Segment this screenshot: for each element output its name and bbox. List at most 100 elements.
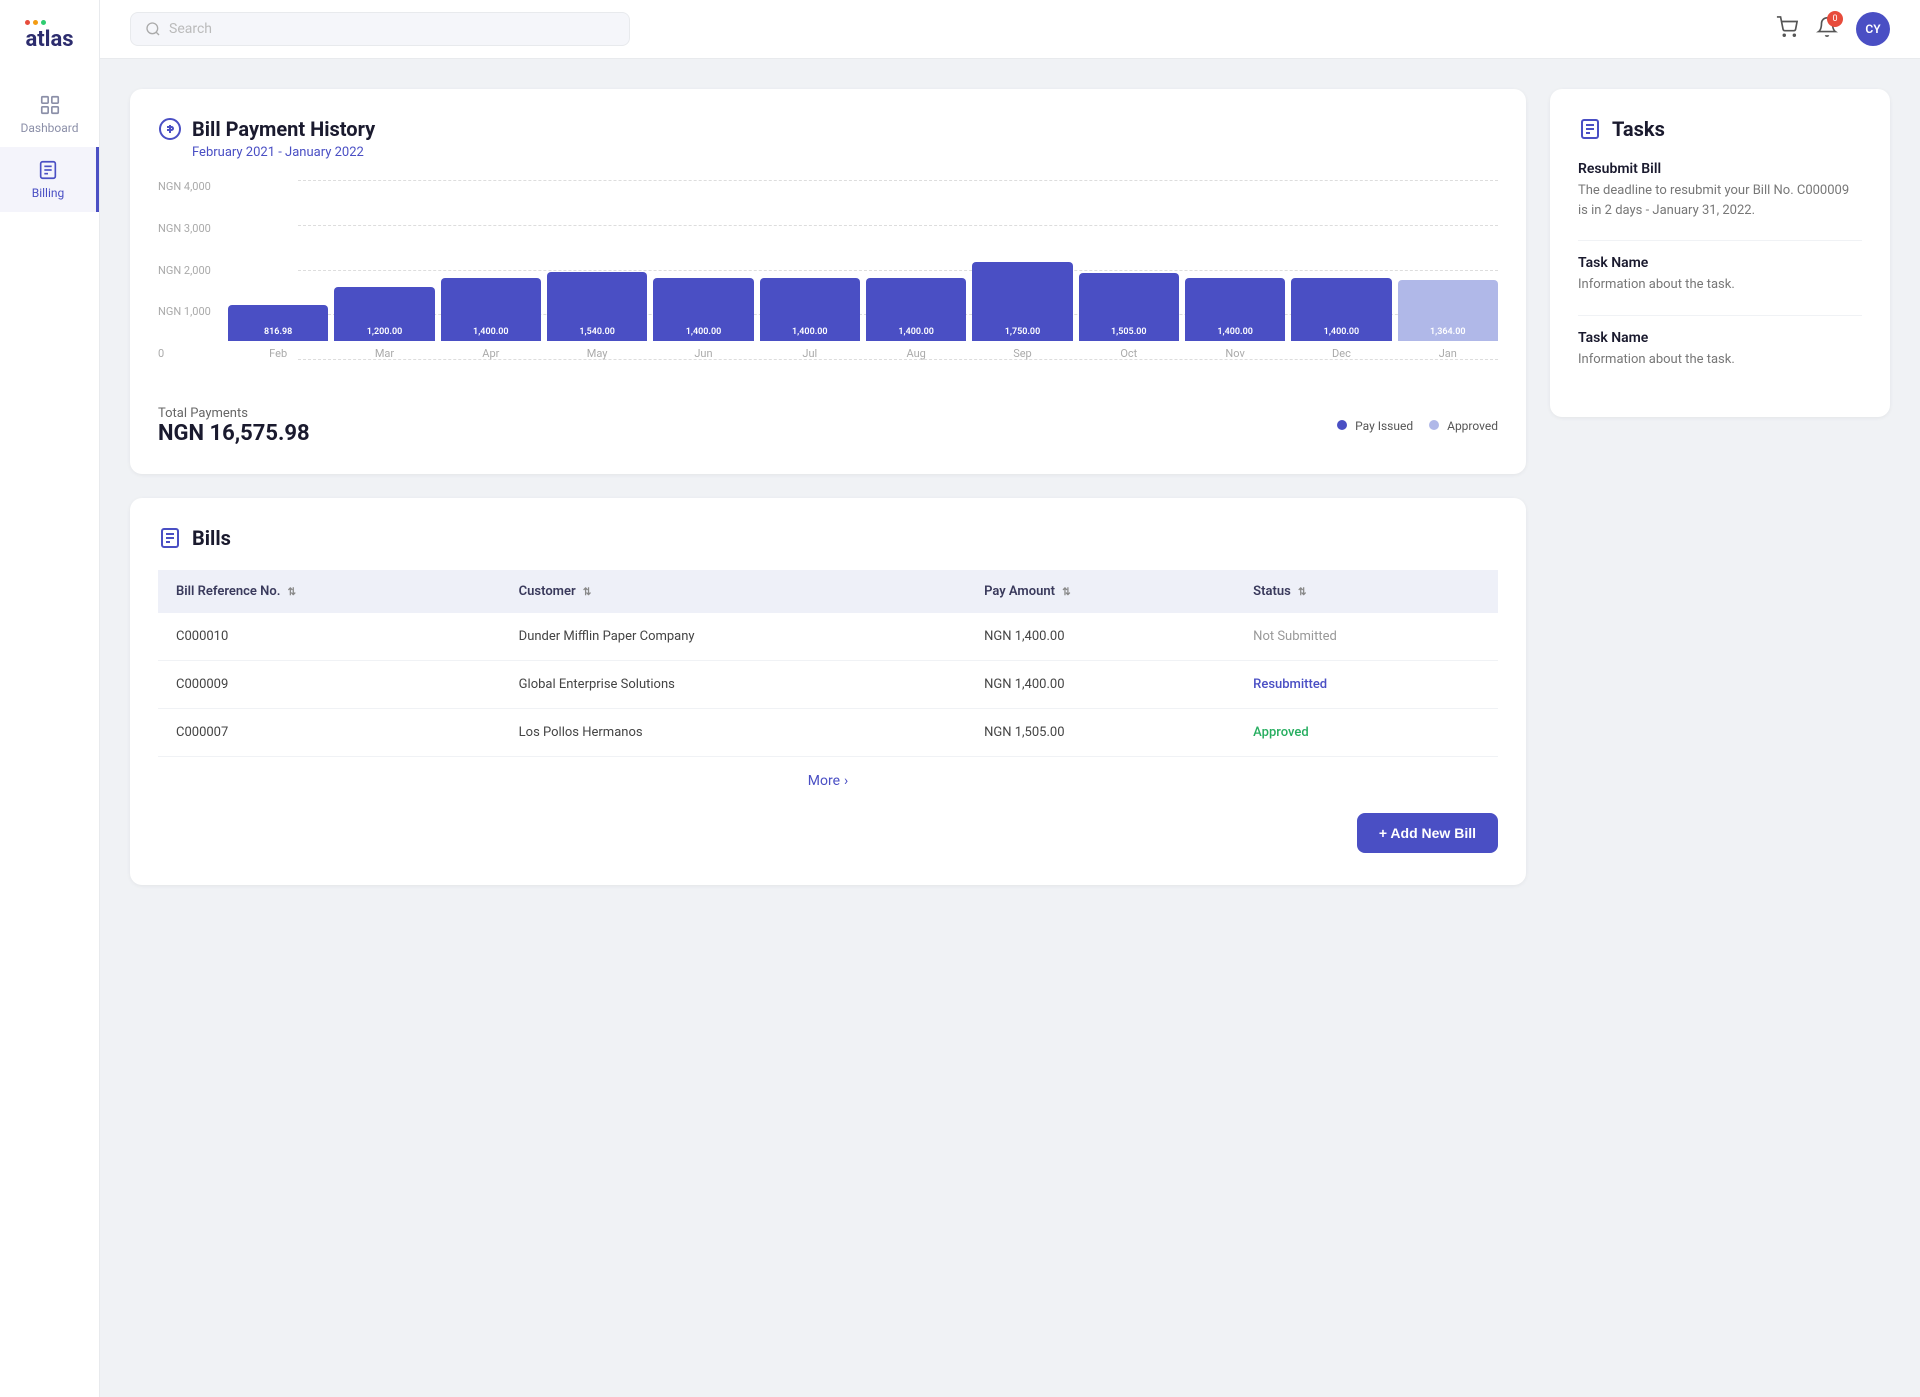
- legend-dot-issued: [1337, 420, 1347, 430]
- sort-icon-amount[interactable]: ⇅: [1062, 587, 1070, 598]
- bills-icon: [158, 526, 182, 550]
- bar-label-nov: Nov: [1225, 347, 1244, 360]
- sidebar-item-billing[interactable]: Billing: [0, 147, 99, 212]
- cell-amount: NGN 1,400.00: [966, 661, 1235, 709]
- bar-label-mar: Mar: [375, 347, 394, 360]
- dashboard-icon: [39, 94, 61, 116]
- tasks-card: Tasks Resubmit Bill The deadline to resu…: [1550, 89, 1890, 417]
- chart-legend: Pay Issued Approved: [1337, 419, 1498, 433]
- bar-col-aug: 1,400.00 Aug: [866, 180, 966, 360]
- task-divider: [1578, 240, 1862, 241]
- cell-ref: C000007: [158, 709, 501, 757]
- billing-icon: [37, 159, 59, 181]
- y-axis-labels: 0 NGN 1,000 NGN 2,000 NGN 3,000 NGN 4,00…: [158, 180, 211, 360]
- add-bill-container: + Add New Bill: [158, 805, 1498, 857]
- bar-feb: 816.98: [228, 305, 328, 341]
- cell-ref: C000009: [158, 661, 501, 709]
- bar-value-nov: 1,400.00: [1217, 327, 1253, 337]
- cell-customer: Global Enterprise Solutions: [501, 661, 966, 709]
- bar-value-sep: 1,750.00: [1005, 327, 1041, 337]
- bills-tbody: C000010 Dunder Mifflin Paper Company NGN…: [158, 613, 1498, 757]
- bar-col-jun: 1,400.00 Jun: [653, 180, 753, 360]
- logo-dot-red: [25, 20, 30, 25]
- notification-button[interactable]: 0: [1816, 16, 1838, 42]
- main-content: Search 0 CY: [100, 0, 1920, 1397]
- bar-jan: 1,364.00: [1398, 280, 1498, 341]
- bar-col-mar: 1,200.00 Mar: [334, 180, 434, 360]
- task-item: Task Name Information about the task.: [1578, 330, 1862, 370]
- right-column: Tasks Resubmit Bill The deadline to resu…: [1550, 89, 1890, 1367]
- cell-amount: NGN 1,505.00: [966, 709, 1235, 757]
- bar-label-jul: Jul: [802, 347, 817, 360]
- total-section: Total Payments NGN 16,575.98 Pay Issued …: [158, 406, 1498, 446]
- logo-dot-yellow: [33, 20, 38, 25]
- task-name: Task Name: [1578, 255, 1862, 271]
- bills-title: Bills: [192, 526, 231, 550]
- bar-label-feb: Feb: [269, 347, 287, 360]
- legend-issued: Pay Issued: [1337, 419, 1413, 433]
- task-desc: Information about the task.: [1578, 275, 1862, 295]
- task-desc: The deadline to resubmit your Bill No. C…: [1578, 181, 1862, 220]
- bar-oct: 1,505.00: [1079, 273, 1179, 341]
- bar-value-dec: 1,400.00: [1324, 327, 1360, 337]
- y-label-1000: NGN 1,000: [158, 305, 211, 318]
- add-new-bill-button[interactable]: + Add New Bill: [1357, 813, 1498, 853]
- task-name: Resubmit Bill: [1578, 161, 1862, 177]
- search-box[interactable]: Search: [130, 12, 630, 46]
- bar-col-nov: 1,400.00 Nov: [1185, 180, 1285, 360]
- chevron-right-icon: ›: [844, 773, 848, 789]
- bar-value-aug: 1,400.00: [898, 327, 934, 337]
- bar-dec: 1,400.00: [1291, 278, 1391, 341]
- cell-status: Not Submitted: [1235, 613, 1498, 661]
- bar-jun: 1,400.00: [653, 278, 753, 341]
- y-label-2000: NGN 2,000: [158, 264, 211, 277]
- y-label-0: 0: [158, 347, 211, 360]
- chart-card-header: Bill Payment History: [158, 117, 1498, 141]
- bar-col-apr: 1,400.00Apr: [441, 180, 541, 360]
- col-amount: Pay Amount ⇅: [966, 570, 1235, 613]
- y-label-3000: NGN 3,000: [158, 222, 211, 235]
- bar-label-may: May: [587, 347, 608, 360]
- task-divider: [1578, 315, 1862, 316]
- more-link[interactable]: More ›: [158, 757, 1498, 805]
- bar-col-feb: 816.98 Feb: [228, 180, 328, 360]
- chart-subtitle: February 2021 - January 2022: [192, 145, 1498, 160]
- search-placeholder: Search: [169, 21, 212, 37]
- bar-label-aug: Aug: [906, 347, 925, 360]
- legend-approved: Approved: [1429, 419, 1498, 433]
- chart-area: 0 NGN 1,000 NGN 2,000 NGN 3,000 NGN 4,00…: [158, 180, 1498, 390]
- cell-ref: C000010: [158, 613, 501, 661]
- bar-value-apr: 1,400.00: [473, 327, 509, 337]
- bills-table: Bill Reference No. ⇅ Customer ⇅ Pay Amou…: [158, 570, 1498, 757]
- sidebar: atlas Dashboard Billing: [0, 0, 100, 1397]
- bar-value-oct: 1,505.00: [1111, 327, 1147, 337]
- bar-col-dec: 1,400.00Dec: [1291, 180, 1391, 360]
- sidebar-item-dashboard[interactable]: Dashboard: [0, 82, 99, 147]
- cell-customer: Dunder Mifflin Paper Company: [501, 613, 966, 661]
- cart-button[interactable]: [1776, 16, 1798, 42]
- sort-icon-ref[interactable]: ⇅: [288, 587, 296, 598]
- sort-icon-status[interactable]: ⇅: [1298, 587, 1306, 598]
- bill-payment-history-card: Bill Payment History February 2021 - Jan…: [130, 89, 1526, 474]
- bar-mar: 1,200.00: [334, 287, 434, 341]
- sidebar-item-dashboard-label: Dashboard: [20, 121, 78, 135]
- col-status: Status ⇅: [1235, 570, 1498, 613]
- sort-icon-customer[interactable]: ⇅: [583, 587, 591, 598]
- tasks-icon: [1578, 117, 1602, 141]
- bar-sep: 1,750.00: [972, 262, 1072, 341]
- tasks-list: Resubmit Bill The deadline to resubmit y…: [1578, 161, 1862, 369]
- col-ref: Bill Reference No. ⇅: [158, 570, 501, 613]
- chart-title: Bill Payment History: [192, 117, 375, 141]
- total-amount: NGN 16,575.98: [158, 421, 310, 446]
- bar-label-jun: Jun: [694, 347, 712, 360]
- col-customer: Customer ⇅: [501, 570, 966, 613]
- avatar[interactable]: CY: [1856, 12, 1890, 46]
- task-desc: Information about the task.: [1578, 350, 1862, 370]
- bar-value-mar: 1,200.00: [367, 327, 403, 337]
- bar-value-jan: 1,364.00: [1430, 327, 1466, 337]
- page-body: Bill Payment History February 2021 - Jan…: [100, 59, 1920, 1397]
- bar-label-oct: Oct: [1120, 347, 1137, 360]
- y-label-4000: NGN 4,000: [158, 180, 211, 193]
- tasks-title: Tasks: [1612, 117, 1665, 141]
- bar-nov: 1,400.00: [1185, 278, 1285, 341]
